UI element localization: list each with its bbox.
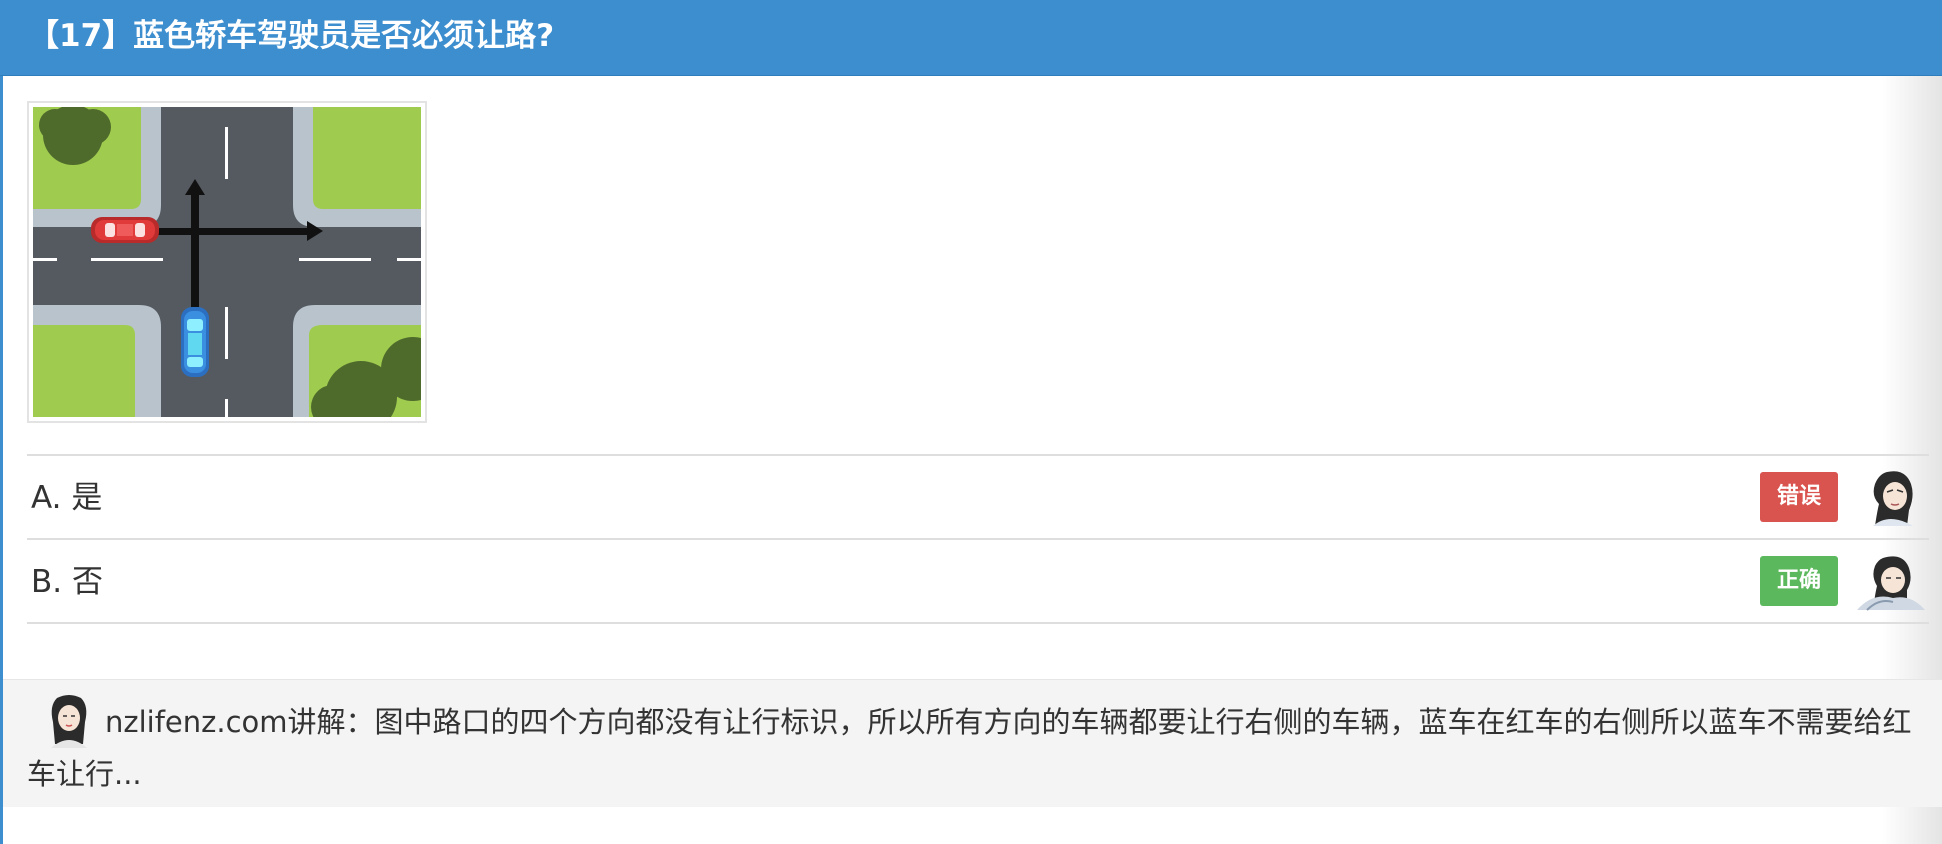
- divider-bottom: [27, 622, 1929, 624]
- explanation-panel: nzlifenz.com讲解：图中路口的四个方向都没有让行标识，所以所有方向的车…: [3, 679, 1942, 807]
- correct-badge: 正确: [1760, 556, 1838, 606]
- avatar-icon: [1857, 556, 1925, 611]
- option-b[interactable]: B. 否 正确: [27, 540, 1929, 622]
- option-a[interactable]: A. 是 错误: [27, 456, 1929, 538]
- intersection-diagram-icon: [33, 107, 421, 417]
- wrong-badge: 错误: [1760, 472, 1838, 522]
- red-car-icon: [91, 217, 159, 243]
- question-header: 【17】蓝色轿车驾驶员是否必须让路?: [0, 0, 1942, 76]
- avatar-icon: [1873, 471, 1913, 526]
- question-image: [27, 101, 427, 423]
- question-title: 【17】蓝色轿车驾驶员是否必须让路?: [28, 18, 555, 54]
- option-a-text: A. 是: [31, 480, 103, 516]
- option-b-text: B. 否: [31, 564, 103, 600]
- grass-bottom-left: [33, 325, 135, 417]
- explanation-text: nzlifenz.com讲解：图中路口的四个方向都没有让行标识，所以所有方向的车…: [27, 705, 1912, 791]
- grass-top-right: [313, 107, 421, 209]
- blue-car-icon: [181, 307, 209, 377]
